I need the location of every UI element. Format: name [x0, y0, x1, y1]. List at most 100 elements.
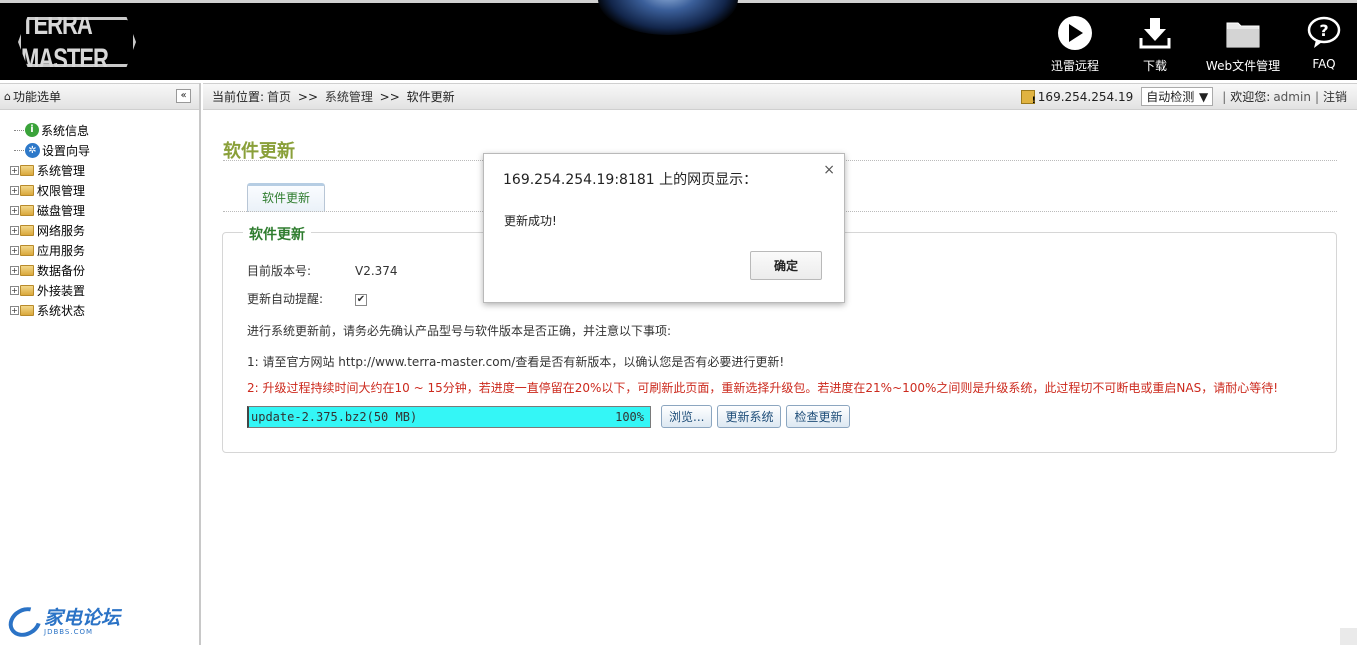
top-header: TERRA MASTER 迅雷远程 下载 Web文件管理 ? FAQ	[0, 0, 1357, 80]
forum-swirl-icon	[3, 601, 47, 643]
folder-icon	[20, 304, 34, 316]
dialog-title: 169.254.254.19:8181 上的网页显示：	[503, 172, 758, 188]
sidebar-item-permission-management[interactable]: + 权限管理	[10, 180, 199, 200]
topbar-right: 169.254.254.19 自动检测 ▼ | 欢迎您: admin | 注销	[1020, 87, 1357, 106]
divider: |	[1314, 89, 1319, 104]
wizard-icon: ✲	[25, 142, 40, 158]
breadcrumb-bar: 当前位置:首页 >> 系统管理 >> 软件更新 169.254.254.19 自…	[203, 83, 1357, 110]
version-row: 目前版本号: V2.374	[247, 262, 398, 279]
tree-connector	[14, 129, 24, 131]
download-icon	[1115, 13, 1195, 53]
nav-faq[interactable]: ? FAQ	[1291, 13, 1357, 79]
folder-icon	[20, 224, 34, 236]
expand-icon[interactable]: +	[10, 225, 19, 235]
sidebar-item-label: 系统管理	[37, 163, 86, 178]
info-icon: i	[25, 123, 39, 137]
nav-label: FAQ	[1312, 57, 1336, 71]
expand-icon[interactable]: +	[10, 245, 19, 255]
sidebar-header: ⌂ 功能选单 «	[0, 83, 199, 110]
breadcrumb: 当前位置: 首页 >> 系统管理 >> 软件更新	[203, 88, 1021, 105]
expand-icon[interactable]: +	[10, 265, 19, 275]
collapse-sidebar-button[interactable]: «	[176, 89, 191, 103]
forum-logo-en: JDBBS.COM	[44, 628, 94, 636]
sidebar-item-label: 应用服务	[37, 243, 86, 258]
dialog-message: 更新成功!	[504, 214, 557, 228]
scrollbar-corner	[1340, 628, 1357, 645]
select-value: 自动检测	[1146, 90, 1195, 104]
sidebar: ⌂ 功能选单 « i 系统信息 ✲ 设置向导 + 系统管理 + 权限管理 + 磁…	[0, 83, 201, 645]
nav-web-file-manager[interactable]: Web文件管理	[1195, 13, 1291, 79]
ok-button[interactable]: 确定	[750, 251, 822, 280]
update-system-button[interactable]: 更新系统	[717, 405, 782, 428]
network-warning-icon	[1020, 89, 1036, 106]
globe-decoration	[598, 0, 738, 35]
check-update-button[interactable]: 检查更新	[786, 405, 851, 428]
alert-dialog: 169.254.254.19:8181 上的网页显示： × 更新成功! 确定	[483, 153, 845, 303]
sidebar-item-system-status[interactable]: + 系统状态	[10, 300, 199, 320]
sidebar-item-label: 权限管理	[37, 183, 86, 198]
file-name: update-2.375.bz2(50 MB)	[251, 409, 418, 424]
close-icon[interactable]: ×	[823, 162, 835, 178]
note-upgrade-warning: 2: 升级过程持续时间大约在10 ~ 15分钟，若进度一直停留在20%以下，可刷…	[247, 381, 1279, 395]
forum-watermark-logo: 家电论坛 JDBBS.COM	[3, 601, 121, 643]
username: admin	[1273, 89, 1311, 104]
sidebar-item-label: 数据备份	[37, 263, 86, 278]
expand-icon[interactable]: +	[10, 165, 19, 175]
expand-icon[interactable]: +	[10, 185, 19, 195]
browse-button[interactable]: 浏览...	[661, 405, 713, 428]
auto-remind-checkbox[interactable]: ✔	[355, 293, 367, 306]
menu-tree: i 系统信息 ✲ 设置向导 + 系统管理 + 权限管理 + 磁盘管理 + 网络服…	[0, 110, 199, 320]
breadcrumb-current: 软件更新	[406, 90, 455, 104]
sidebar-item-label: 设置向导	[42, 143, 91, 158]
svg-text:?: ?	[1319, 21, 1328, 40]
nav-download[interactable]: 下载	[1115, 13, 1195, 79]
sidebar-item-external-devices[interactable]: + 外接装置	[10, 280, 199, 300]
breadcrumb-home-link[interactable]: 首页	[267, 90, 291, 104]
folder-icon	[20, 184, 34, 196]
version-label: 目前版本号:	[247, 264, 312, 278]
breadcrumb-sep: >>	[297, 90, 318, 104]
version-value: V2.374	[355, 264, 398, 278]
breadcrumb-section-link[interactable]: 系统管理	[325, 90, 373, 104]
folder-icon	[20, 244, 34, 256]
sidebar-item-setup-wizard[interactable]: ✲ 设置向导	[10, 140, 199, 160]
forum-logo-cn: 家电论坛	[44, 607, 121, 629]
upload-row: update-2.375.bz2(50 MB) 100% 浏览... 更新系统 …	[247, 405, 851, 428]
logout-link[interactable]: 注销	[1323, 88, 1347, 105]
tree-connector	[14, 149, 24, 151]
welcome-text: 欢迎您:	[1230, 90, 1271, 104]
expand-icon[interactable]: +	[10, 305, 19, 315]
folder-icon	[20, 264, 34, 276]
sidebar-item-system-management[interactable]: + 系统管理	[10, 160, 199, 180]
tab-software-update[interactable]: 软件更新	[247, 183, 325, 212]
terramaster-logo: TERRA MASTER	[18, 17, 136, 67]
folder-icon	[20, 164, 34, 176]
breadcrumb-prefix: 当前位置:	[212, 90, 265, 104]
sidebar-item-label: 系统信息	[41, 123, 90, 138]
home-icon: ⌂	[4, 90, 11, 103]
note-official-site: 1: 请至官方网站 http://www.terra-master.com/查看…	[247, 355, 785, 369]
folder-icon	[20, 204, 34, 216]
chevron-down-icon: ▼	[1199, 89, 1209, 104]
sidebar-item-network-services[interactable]: + 网络服务	[10, 220, 199, 240]
sidebar-item-data-backup[interactable]: + 数据备份	[10, 260, 199, 280]
auto-detect-select[interactable]: 自动检测 ▼	[1141, 87, 1214, 106]
nav-label: 下载	[1142, 59, 1167, 73]
sidebar-item-label: 系统状态	[37, 303, 86, 318]
file-progress-field: update-2.375.bz2(50 MB) 100%	[247, 405, 651, 428]
thunder-remote-icon	[1035, 13, 1115, 53]
expand-icon[interactable]: +	[10, 285, 19, 295]
sidebar-item-disk-management[interactable]: + 磁盘管理	[10, 200, 199, 220]
progress-percent: 100%	[615, 409, 644, 424]
device-ip: 169.254.254.19	[1037, 89, 1134, 104]
sidebar-item-label: 外接装置	[37, 283, 86, 298]
top-nav: 迅雷远程 下载 Web文件管理 ? FAQ	[1035, 13, 1357, 79]
expand-icon[interactable]: +	[10, 205, 19, 215]
panel-legend: 软件更新	[243, 224, 311, 244]
sidebar-item-system-info[interactable]: i 系统信息	[10, 120, 199, 140]
sidebar-item-app-services[interactable]: + 应用服务	[10, 240, 199, 260]
folder-icon	[1195, 13, 1291, 53]
nav-thunder-remote[interactable]: 迅雷远程	[1035, 13, 1115, 79]
intro-text: 进行系统更新前，请务必先确认产品型号与软件版本是否正确，并注意以下事项:	[247, 324, 672, 338]
breadcrumb-sep: >>	[379, 90, 400, 104]
